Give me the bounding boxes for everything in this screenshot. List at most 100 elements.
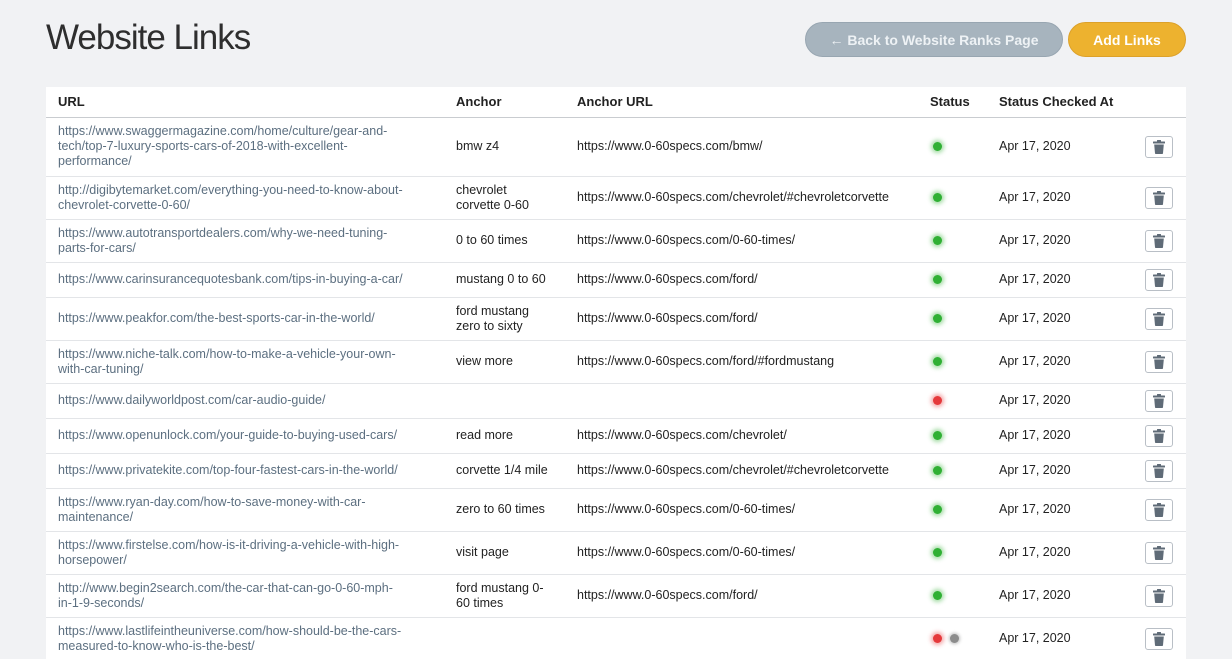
row-url-line[interactable]: https://www.niche-talk.com/how-to-make-a… xyxy=(58,347,432,362)
delete-link-button[interactable] xyxy=(1145,229,1173,252)
row-url-line[interactable]: https://www.carinsurancequotesbank.com/t… xyxy=(58,272,432,287)
back-to-ranks-button[interactable]: ← Back to Website Ranks Page xyxy=(805,22,1063,57)
row-url-link[interactable]: https://www.swaggermagazine.com/home/cul… xyxy=(46,117,444,177)
row-url-line[interactable]: tech/top-7-luxury-sports-cars-of-2018-wi… xyxy=(58,139,432,154)
row-url-link[interactable]: https://www.lastlifeintheuniverse.com/ho… xyxy=(46,617,444,659)
row-url-line[interactable]: https://www.autotransportdealers.com/why… xyxy=(58,226,432,241)
row-anchor-url xyxy=(565,617,918,659)
delete-link-button[interactable] xyxy=(1145,424,1173,447)
column-header-status[interactable]: Status xyxy=(918,87,987,118)
column-header-anchor[interactable]: Anchor xyxy=(444,87,565,118)
row-actions xyxy=(1133,117,1186,177)
row-url-line[interactable]: https://www.lastlifeintheuniverse.com/ho… xyxy=(58,624,432,639)
row-url-link[interactable]: https://www.niche-talk.com/how-to-make-a… xyxy=(46,340,444,384)
column-header-url[interactable]: URL xyxy=(46,87,444,118)
trash-icon xyxy=(1153,463,1165,478)
trash-icon xyxy=(1153,139,1165,154)
row-url-line[interactable]: http://www.begin2search.com/the-car-that… xyxy=(58,581,432,596)
delete-link-button[interactable] xyxy=(1145,268,1173,291)
status-ok-indicator xyxy=(933,314,942,324)
status-unknown-indicator xyxy=(950,634,959,644)
row-anchor-url: https://www.0-60specs.com/bmw/ xyxy=(565,117,918,177)
row-url-line[interactable]: https://www.openunlock.com/your-guide-to… xyxy=(58,428,432,443)
row-url-line[interactable]: with-car-tuning/ xyxy=(58,362,432,377)
links-table-container: URL Anchor Anchor URL Status Status Chec… xyxy=(46,87,1186,659)
row-anchor-url: https://www.0-60specs.com/0-60-times/ xyxy=(565,219,918,263)
table-row: https://www.dailyworldpost.com/car-audio… xyxy=(46,383,1186,419)
row-url-line[interactable]: https://www.swaggermagazine.com/home/cul… xyxy=(58,124,432,139)
row-url-link[interactable]: https://www.openunlock.com/your-guide-to… xyxy=(46,418,444,454)
delete-link-button[interactable] xyxy=(1145,459,1173,482)
status-ok-indicator xyxy=(933,357,942,367)
trash-icon xyxy=(1153,393,1165,408)
row-url-line[interactable]: measured-to-know-who-is-the-best/ xyxy=(58,639,432,654)
row-url-link[interactable]: https://www.peakfor.com/the-best-sports-… xyxy=(46,297,444,341)
row-url-line[interactable]: http://digibytemarket.com/everything-you… xyxy=(58,183,432,198)
delete-link-button[interactable] xyxy=(1145,627,1173,650)
row-status xyxy=(918,574,987,618)
row-url-line[interactable]: https://www.peakfor.com/the-best-sports-… xyxy=(58,311,432,326)
row-url-line[interactable]: performance/ xyxy=(58,154,432,169)
row-url-line[interactable]: https://www.dailyworldpost.com/car-audio… xyxy=(58,393,432,408)
row-anchor-url: https://www.0-60specs.com/ford/ xyxy=(565,262,918,298)
row-url-link[interactable]: https://www.autotransportdealers.com/why… xyxy=(46,219,444,263)
row-anchor: visit page xyxy=(444,531,565,575)
row-actions xyxy=(1133,297,1186,341)
row-anchor-url: https://www.0-60specs.com/0-60-times/ xyxy=(565,531,918,575)
table-row: https://www.peakfor.com/the-best-sports-… xyxy=(46,297,1186,341)
row-anchor-url: https://www.0-60specs.com/chevrolet/#che… xyxy=(565,453,918,489)
row-url-link[interactable]: https://www.dailyworldpost.com/car-audio… xyxy=(46,383,444,419)
add-links-button[interactable]: Add Links xyxy=(1068,22,1186,57)
table-row: https://www.firstelse.com/how-is-it-driv… xyxy=(46,531,1186,575)
row-status xyxy=(918,617,987,659)
column-header-status-checked-at[interactable]: Status Checked At xyxy=(987,87,1133,118)
delete-link-button[interactable] xyxy=(1145,350,1173,373)
row-url-link[interactable]: https://www.firstelse.com/how-is-it-driv… xyxy=(46,531,444,575)
delete-link-button[interactable] xyxy=(1145,498,1173,521)
row-url-line[interactable]: parts-for-cars/ xyxy=(58,241,432,256)
delete-link-button[interactable] xyxy=(1145,135,1173,158)
delete-link-button[interactable] xyxy=(1145,541,1173,564)
status-ok-indicator xyxy=(933,236,942,246)
table-row: http://www.begin2search.com/the-car-that… xyxy=(46,574,1186,618)
row-status-checked-at: Apr 17, 2020 xyxy=(987,617,1133,659)
status-ok-indicator xyxy=(933,466,942,476)
row-status xyxy=(918,488,987,532)
row-url-line[interactable]: https://www.privatekite.com/top-four-fas… xyxy=(58,463,432,478)
delete-link-button[interactable] xyxy=(1145,389,1173,412)
row-actions xyxy=(1133,176,1186,220)
row-url-line[interactable]: chevrolet-corvette-0-60/ xyxy=(58,198,432,213)
row-url-link[interactable]: https://www.carinsurancequotesbank.com/t… xyxy=(46,262,444,298)
delete-link-button[interactable] xyxy=(1145,584,1173,607)
table-row: https://www.openunlock.com/your-guide-to… xyxy=(46,418,1186,454)
trash-icon xyxy=(1153,190,1165,205)
row-url-line[interactable]: https://www.ryan-day.com/how-to-save-mon… xyxy=(58,495,432,510)
row-anchor: mustang 0 to 60 xyxy=(444,262,565,298)
row-status xyxy=(918,262,987,298)
row-status-checked-at: Apr 17, 2020 xyxy=(987,176,1133,220)
row-status-checked-at: Apr 17, 2020 xyxy=(987,531,1133,575)
row-url-link[interactable]: https://www.ryan-day.com/how-to-save-mon… xyxy=(46,488,444,532)
row-url-link[interactable]: http://digibytemarket.com/everything-you… xyxy=(46,176,444,220)
row-url-line[interactable]: maintenance/ xyxy=(58,510,432,525)
row-anchor: zero to 60 times xyxy=(444,488,565,532)
row-url-line[interactable]: https://www.firstelse.com/how-is-it-driv… xyxy=(58,538,432,553)
delete-link-button[interactable] xyxy=(1145,307,1173,330)
column-header-actions xyxy=(1133,87,1186,118)
row-actions xyxy=(1133,262,1186,298)
row-status xyxy=(918,297,987,341)
row-url-link[interactable]: http://www.begin2search.com/the-car-that… xyxy=(46,574,444,618)
delete-link-button[interactable] xyxy=(1145,186,1173,209)
row-url-link[interactable]: https://www.privatekite.com/top-four-fas… xyxy=(46,453,444,489)
trash-icon xyxy=(1153,311,1165,326)
trash-icon xyxy=(1153,631,1165,646)
row-url-line[interactable]: in-1-9-seconds/ xyxy=(58,596,432,611)
row-status xyxy=(918,453,987,489)
row-anchor-url: https://www.0-60specs.com/0-60-times/ xyxy=(565,488,918,532)
column-header-anchor-url[interactable]: Anchor URL xyxy=(565,87,918,118)
row-url-line[interactable]: horsepower/ xyxy=(58,553,432,568)
table-row: https://www.swaggermagazine.com/home/cul… xyxy=(46,117,1186,177)
status-ok-indicator xyxy=(933,275,942,285)
row-status xyxy=(918,531,987,575)
row-actions xyxy=(1133,219,1186,263)
